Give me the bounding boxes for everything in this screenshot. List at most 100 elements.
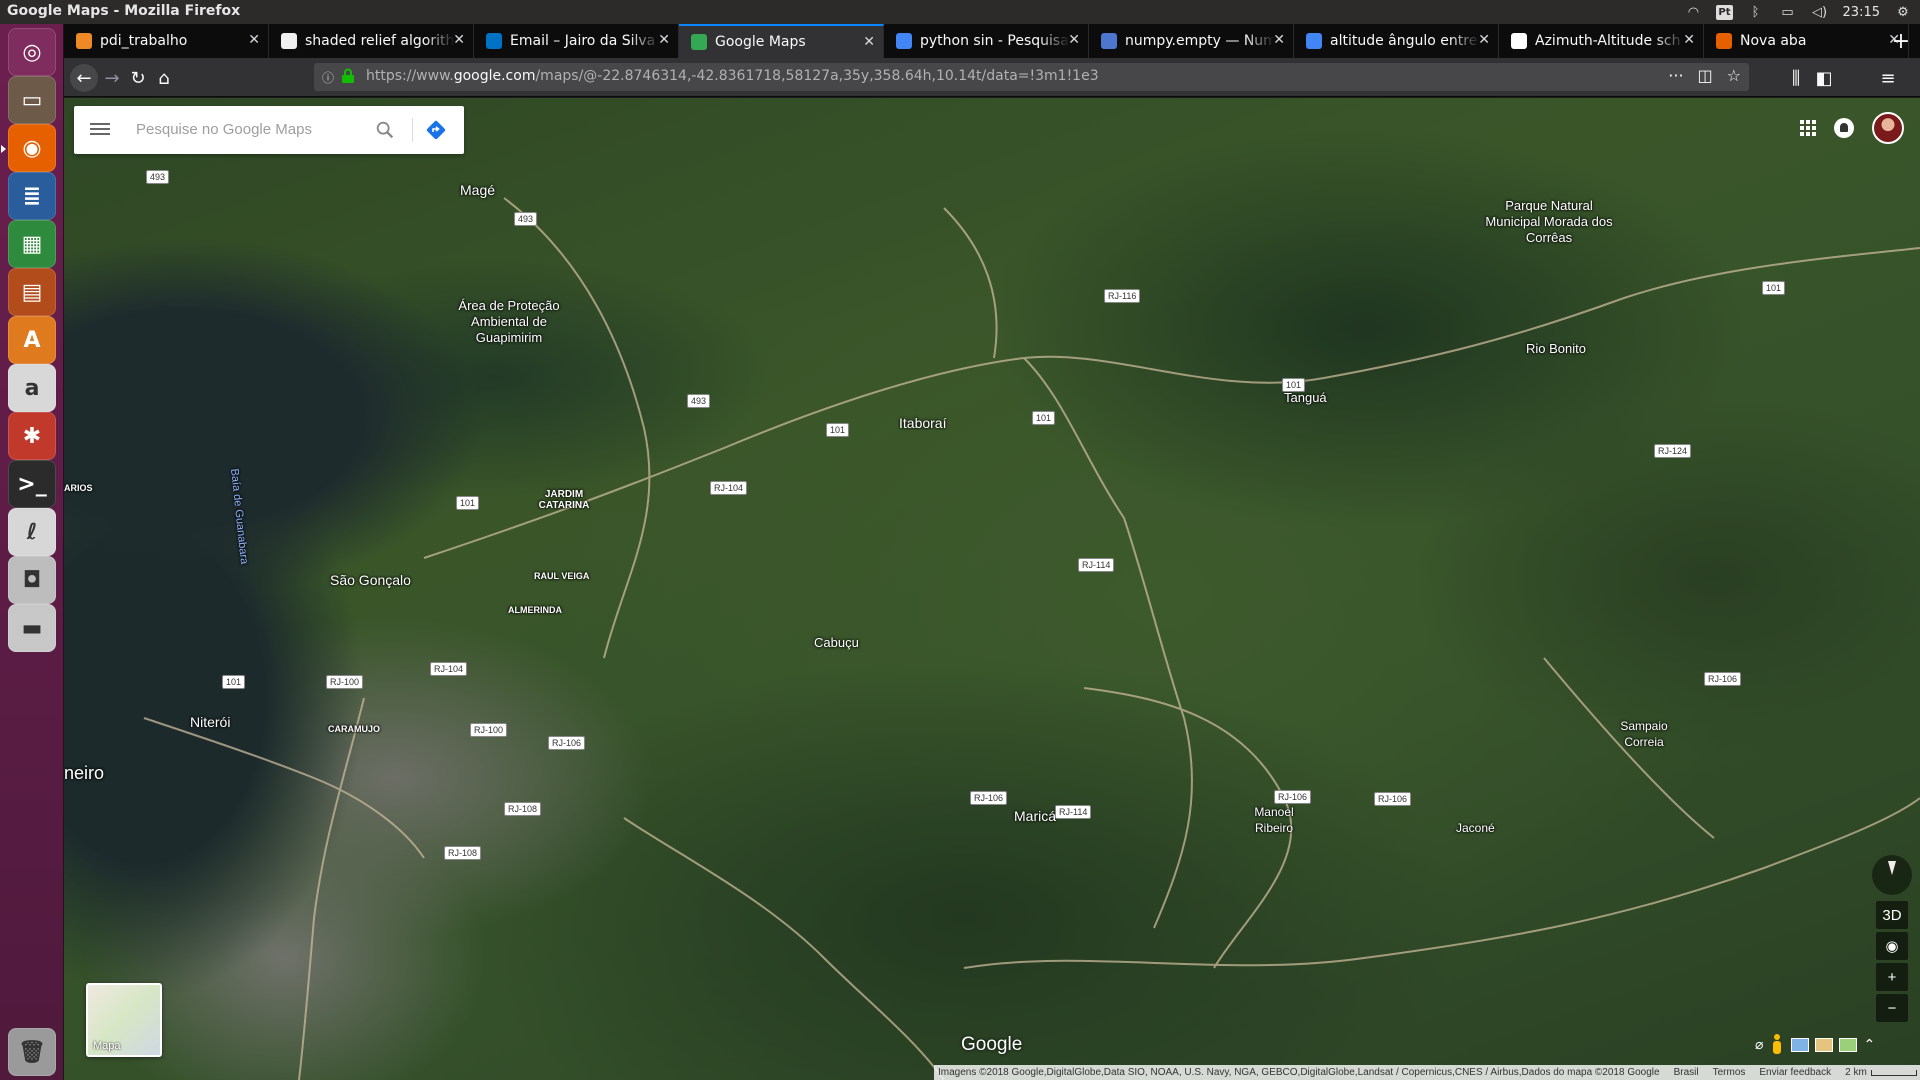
hamburger-menu-icon[interactable] xyxy=(90,120,110,140)
url-bar[interactable]: ⓘ https://www.google.com/maps/@-22.87463… xyxy=(314,63,1749,91)
writer-icon[interactable]: ≣ xyxy=(8,172,56,220)
amazon-icon[interactable]: a xyxy=(8,364,56,412)
volume-icon[interactable]: ◁) xyxy=(1811,5,1829,20)
hamburger-menu-icon[interactable]: ≡ xyxy=(1874,64,1902,92)
wifi-icon[interactable]: ◠ xyxy=(1684,5,1702,20)
tab-1[interactable]: shaded relief algorithm ✕ xyxy=(269,24,474,58)
drive-icon[interactable]: ▬ xyxy=(8,604,56,652)
calc-icon[interactable]: ▦ xyxy=(8,220,56,268)
keyboard-layout-indicator[interactable]: Pt xyxy=(1716,4,1733,20)
url-text[interactable]: https://www.google.com/maps/@-22.8746314… xyxy=(366,68,1646,84)
tab-8[interactable]: Nova aba ✕ xyxy=(1704,24,1909,58)
layer-transit-thumbnail[interactable] xyxy=(1791,1038,1810,1052)
map-label-itaborai[interactable]: Itaboraí xyxy=(899,415,946,431)
pocket-icon[interactable]: ◫ xyxy=(1698,66,1713,85)
map-label-cabucu[interactable]: Cabuçu xyxy=(814,635,859,650)
google-apps-icon[interactable] xyxy=(1800,120,1816,136)
map-label-apa-guapimirim[interactable]: Área de Proteção Ambiental de Guapimirim xyxy=(444,298,574,346)
search-icon[interactable] xyxy=(374,119,396,141)
close-icon[interactable]: ✕ xyxy=(1683,32,1695,48)
road-shield: RJ-104 xyxy=(710,481,748,495)
tab-3[interactable]: Google Maps ✕ xyxy=(679,24,884,58)
country-link[interactable]: Brasil xyxy=(1674,1067,1699,1078)
software-center-icon[interactable]: A xyxy=(8,316,56,364)
my-location-icon[interactable]: ◉ xyxy=(1876,932,1908,960)
map-label-parque-morada-dos-correas[interactable]: Parque Natural Municipal Morada dos Corr… xyxy=(1484,198,1614,246)
close-icon[interactable]: ✕ xyxy=(453,32,465,48)
map-label-almerinda[interactable]: ALMERINDA xyxy=(508,605,562,615)
layer-traffic-thumbnail[interactable] xyxy=(1815,1038,1834,1052)
feedback-link[interactable]: Enviar feedback xyxy=(1759,1067,1831,1078)
3d-toggle-button[interactable]: 3D xyxy=(1876,901,1908,929)
map-label-rio-de-janeiro[interactable]: neiro xyxy=(64,763,104,784)
compass-icon[interactable] xyxy=(1872,855,1912,895)
bluetooth-icon[interactable]: ᛒ xyxy=(1747,5,1765,20)
close-icon[interactable]: ✕ xyxy=(1068,32,1080,48)
clock[interactable]: 23:15 xyxy=(1843,5,1880,20)
notifications-icon[interactable] xyxy=(1834,118,1854,138)
map-label-manoel-ribeiro[interactable]: Manoel Ribeiro xyxy=(1234,804,1314,836)
tab-7[interactable]: Azimuth-Altitude sch ✕ xyxy=(1499,24,1704,58)
files-icon[interactable]: ▭ xyxy=(8,76,56,124)
firefox-icon[interactable]: ◉ xyxy=(1,124,56,172)
close-icon[interactable]: ✕ xyxy=(248,32,260,48)
scale-bar[interactable]: 2 km xyxy=(1845,1067,1917,1078)
tab-0[interactable]: pdi_trabalho ✕ xyxy=(64,24,269,58)
map-label-marica[interactable]: Maricá xyxy=(1014,808,1056,824)
ubuntu-dash-icon[interactable]: ◎ xyxy=(8,28,56,76)
search-input[interactable]: Pesquise no Google Maps xyxy=(136,121,312,138)
map-label-raul-veiga[interactable]: RAUL VEIGA xyxy=(534,571,589,581)
new-tab-button[interactable]: + xyxy=(1886,26,1916,56)
tab-6[interactable]: altitude ângulo entre ✕ xyxy=(1294,24,1499,58)
map-label-mage[interactable]: Magé xyxy=(460,182,495,198)
zoom-out-button[interactable]: − xyxy=(1876,994,1908,1022)
map-label-tangua[interactable]: Tanguá xyxy=(1284,390,1327,405)
launcher: ◎ ▭ ◉ ≣ ▦ ▤ Aa ✱ >_ ℓ ◘ ▬ 🗑 xyxy=(0,24,64,1080)
page-actions-icon[interactable]: ··· xyxy=(1668,66,1683,85)
battery-icon[interactable]: ▭ xyxy=(1779,5,1797,20)
pegman-icon[interactable] xyxy=(1769,1034,1785,1056)
tab-5[interactable]: numpy.empty — NumPy✕ xyxy=(1089,24,1294,58)
library-icon[interactable]: ⫼ xyxy=(1782,64,1810,92)
expand-icon[interactable]: ⌃ xyxy=(1863,1037,1875,1053)
bookmark-star-icon[interactable]: ☆ xyxy=(1727,66,1741,85)
impress-icon[interactable]: ▤ xyxy=(8,268,56,316)
tab-2[interactable]: Email – Jairo da Silva ✕ xyxy=(474,24,679,58)
map-label-sampaio-correia[interactable]: Sampaio Correia xyxy=(1604,718,1684,750)
info-icon[interactable]: ⓘ xyxy=(322,69,338,85)
avatar[interactable] xyxy=(1872,112,1904,144)
zoom-in-button[interactable]: + xyxy=(1876,963,1908,991)
satellite-map[interactable]: Magé Área de Proteção Ambiental de Guapi… xyxy=(64,98,1920,1080)
close-icon[interactable]: ✕ xyxy=(1478,32,1490,48)
forward-button[interactable]: → xyxy=(98,64,126,92)
map-label-niteroi[interactable]: Niterói xyxy=(190,714,230,730)
sidebar-icon[interactable]: ◧ xyxy=(1810,64,1838,92)
trash-icon[interactable]: 🗑 xyxy=(8,1028,56,1076)
settings-icon[interactable]: ✱ xyxy=(8,412,56,460)
map-label-jardim-catarina[interactable]: JARDIM CATARINA xyxy=(524,489,604,511)
map-label-caramujo[interactable]: CARAMUJO xyxy=(328,724,380,734)
draw-icon[interactable]: ℓ xyxy=(8,508,56,556)
map-label-sao-goncalo[interactable]: São Gonçalo xyxy=(330,572,411,588)
map-label-rio-bonito[interactable]: Rio Bonito xyxy=(1526,341,1586,356)
search-box[interactable]: Pesquise no Google Maps xyxy=(74,106,464,154)
map-label-jacone[interactable]: Jaconé xyxy=(1456,821,1495,835)
tab-label: Azimuth-Altitude sch xyxy=(1535,33,1681,49)
tab-4[interactable]: python sin - Pesquisa Google✕ xyxy=(884,24,1089,58)
satellite-icon[interactable]: ⌀ xyxy=(1755,1037,1763,1053)
close-icon[interactable]: ✕ xyxy=(658,32,670,48)
map-type-toggle[interactable]: Mapa xyxy=(86,983,162,1057)
reload-button[interactable]: ↻ xyxy=(124,64,152,92)
map-label-arios[interactable]: ARIOS xyxy=(64,483,93,493)
close-icon[interactable]: ✕ xyxy=(1273,32,1285,48)
layer-terrain-thumbnail[interactable] xyxy=(1839,1038,1858,1052)
gear-icon[interactable]: ⚙ xyxy=(1894,5,1912,20)
terms-link[interactable]: Termos xyxy=(1713,1067,1746,1078)
lock-icon[interactable] xyxy=(341,68,355,84)
terminal-icon[interactable]: >_ xyxy=(8,460,56,508)
home-button[interactable]: ⌂ xyxy=(150,64,178,92)
camera-icon[interactable]: ◘ xyxy=(8,556,56,604)
back-button[interactable]: ← xyxy=(70,64,98,92)
close-icon[interactable]: ✕ xyxy=(863,34,875,50)
directions-icon[interactable] xyxy=(424,118,448,142)
